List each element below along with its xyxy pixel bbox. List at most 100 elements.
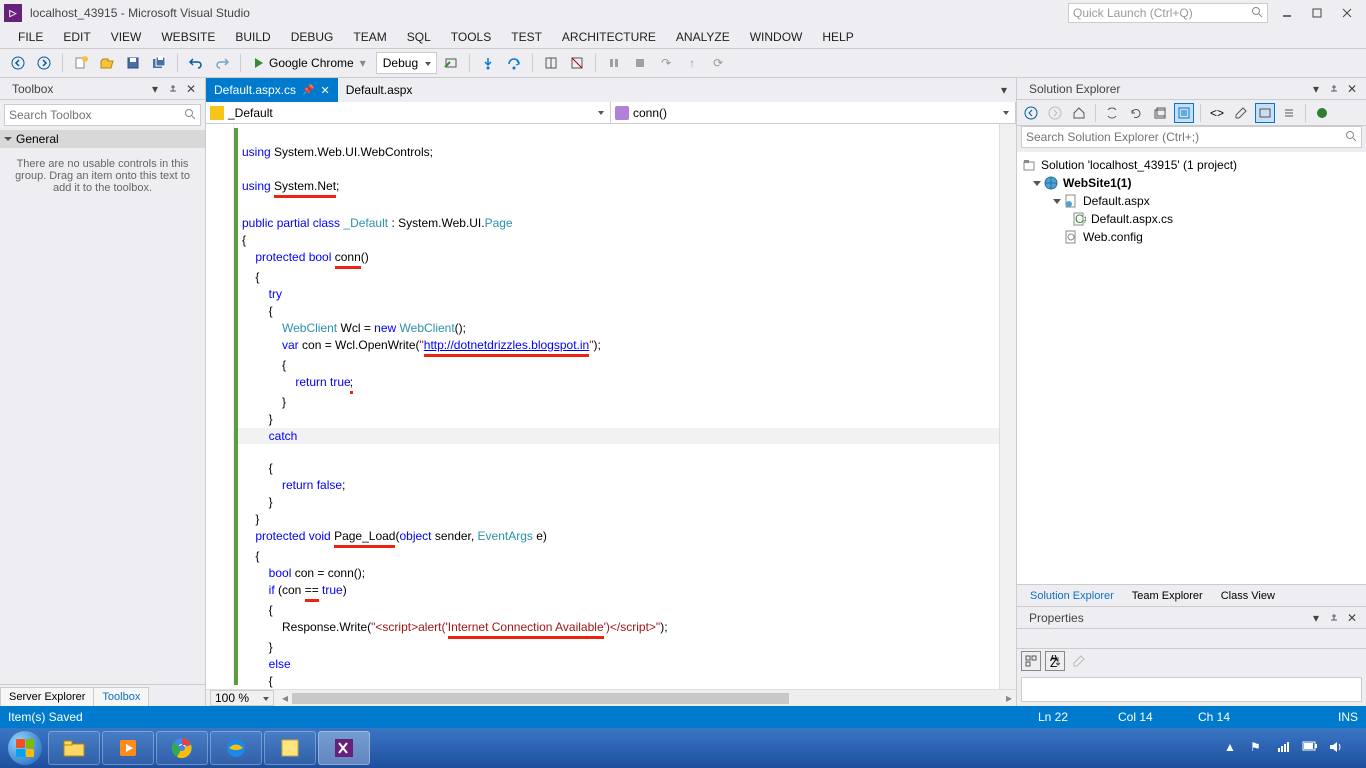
forward-button[interactable]	[32, 51, 56, 75]
tree-item[interactable]: Web.config	[1017, 228, 1366, 246]
tab-solution-explorer[interactable]: Solution Explorer	[1021, 586, 1123, 606]
sync-button[interactable]	[1102, 103, 1122, 123]
config-dropdown[interactable]: Debug	[376, 52, 437, 74]
alphabetical-button[interactable]: AZ	[1045, 651, 1065, 671]
close-icon[interactable]: ✕	[1344, 81, 1360, 97]
menu-window[interactable]: WINDOW	[740, 28, 813, 46]
close-icon[interactable]: ✕	[321, 84, 330, 97]
stop-button[interactable]	[628, 51, 652, 75]
vertical-scrollbar[interactable]	[999, 124, 1016, 689]
menu-edit[interactable]: EDIT	[53, 28, 100, 46]
menu-website[interactable]: WEBSITE	[151, 28, 225, 46]
preview-button[interactable]	[1255, 103, 1275, 123]
editor-tab[interactable]: Default.aspx	[338, 78, 421, 102]
member-dropdown[interactable]: conn()	[611, 102, 1016, 123]
menu-analyze[interactable]: ANALYZE	[666, 28, 740, 46]
back-button[interactable]	[6, 51, 30, 75]
open-button[interactable]	[95, 51, 119, 75]
menu-view[interactable]: VIEW	[101, 28, 152, 46]
menu-test[interactable]: TEST	[501, 28, 552, 46]
close-icon[interactable]: ✕	[1344, 610, 1360, 626]
redo-button[interactable]	[210, 51, 234, 75]
back-button[interactable]	[1021, 103, 1041, 123]
tree-item[interactable]: C# Default.aspx.cs	[1017, 210, 1366, 228]
tab-toolbox[interactable]: Toolbox	[93, 687, 149, 706]
uncomment-button[interactable]	[565, 51, 589, 75]
pin-icon[interactable]	[165, 81, 181, 97]
step-into-button[interactable]	[476, 51, 500, 75]
toolbox-search[interactable]	[4, 104, 201, 126]
browse-with-button[interactable]	[439, 51, 463, 75]
panel-menu-button[interactable]: ▾	[147, 81, 163, 97]
menu-team[interactable]: TEAM	[343, 28, 396, 46]
nest-button[interactable]	[1279, 103, 1299, 123]
properties-grid[interactable]	[1021, 677, 1362, 702]
solution-search[interactable]	[1021, 126, 1362, 148]
horizontal-scrollbar[interactable]	[292, 691, 1002, 706]
code-editor[interactable]: using System.Web.UI.WebControls; using S…	[206, 124, 1016, 689]
menu-architecture[interactable]: ARCHITECTURE	[552, 28, 666, 46]
minimize-button[interactable]	[1272, 2, 1302, 24]
solution-search-input[interactable]	[1026, 130, 1345, 144]
step-out-button[interactable]: ↑	[680, 51, 704, 75]
menu-tools[interactable]: TOOLS	[441, 28, 501, 46]
tab-server-explorer[interactable]: Server Explorer	[0, 687, 94, 706]
tray-volume-icon[interactable]	[1328, 740, 1344, 756]
tab-overflow-button[interactable]: ▾	[992, 78, 1016, 102]
properties-button[interactable]	[1231, 103, 1251, 123]
tray-battery-icon[interactable]	[1302, 740, 1318, 756]
maximize-button[interactable]	[1302, 2, 1332, 24]
pin-icon[interactable]: 📌	[302, 85, 314, 96]
save-button[interactable]	[121, 51, 145, 75]
scroll-left-button[interactable]: ◂	[278, 691, 292, 705]
tree-project[interactable]: WebSite1(1)	[1017, 174, 1366, 192]
new-item-button[interactable]	[69, 51, 93, 75]
restart-button[interactable]: ⟳	[706, 51, 730, 75]
step-over-button[interactable]	[502, 51, 526, 75]
property-pages-button[interactable]	[1069, 651, 1089, 671]
view-code-button[interactable]: <>	[1207, 103, 1227, 123]
editor-tab-active[interactable]: Default.aspx.cs 📌 ✕	[206, 78, 338, 102]
quick-launch-input[interactable]: Quick Launch (Ctrl+Q)	[1068, 3, 1268, 23]
refresh-button[interactable]	[1126, 103, 1146, 123]
tray-network-icon[interactable]	[1276, 740, 1292, 756]
taskbar-media-player[interactable]	[102, 731, 154, 765]
undo-button[interactable]	[184, 51, 208, 75]
properties-object-dropdown[interactable]	[1017, 629, 1366, 649]
close-button[interactable]	[1332, 2, 1362, 24]
tree-solution-root[interactable]: Solution 'localhost_43915' (1 project)	[1017, 156, 1366, 174]
scroll-right-button[interactable]: ▸	[1002, 691, 1016, 705]
taskbar-chrome[interactable]	[156, 731, 208, 765]
home-button[interactable]	[1069, 103, 1089, 123]
forward-button[interactable]	[1045, 103, 1065, 123]
tray-up-icon[interactable]: ▲	[1224, 740, 1240, 756]
menu-build[interactable]: BUILD	[225, 28, 280, 46]
step-next-button[interactable]: ↷	[654, 51, 678, 75]
menu-help[interactable]: HELP	[812, 28, 863, 46]
tab-class-view[interactable]: Class View	[1212, 586, 1284, 606]
menu-file[interactable]: FILE	[8, 28, 53, 46]
toolbox-search-input[interactable]	[9, 108, 184, 122]
comment-button[interactable]	[539, 51, 563, 75]
class-dropdown[interactable]: _Default	[206, 102, 611, 123]
menu-debug[interactable]: DEBUG	[281, 28, 344, 46]
collapse-all-button[interactable]	[1150, 103, 1170, 123]
taskbar-notes[interactable]	[264, 731, 316, 765]
expand-icon[interactable]	[1051, 199, 1063, 204]
pin-icon[interactable]	[1326, 81, 1342, 97]
start-button[interactable]	[4, 731, 46, 765]
solution-tree[interactable]: Solution 'localhost_43915' (1 project) W…	[1017, 152, 1366, 584]
pin-icon[interactable]	[1326, 610, 1342, 626]
taskbar-ie[interactable]	[210, 731, 262, 765]
zoom-dropdown[interactable]: 100 %	[210, 690, 274, 706]
tab-team-explorer[interactable]: Team Explorer	[1123, 586, 1212, 606]
pause-button[interactable]	[602, 51, 626, 75]
menu-sql[interactable]: SQL	[397, 28, 441, 46]
close-icon[interactable]: ✕	[183, 81, 199, 97]
categorized-button[interactable]	[1021, 651, 1041, 671]
tray-flag-icon[interactable]: ⚑	[1250, 740, 1266, 756]
copy-website-button[interactable]	[1312, 103, 1332, 123]
panel-menu-button[interactable]: ▾	[1308, 610, 1324, 626]
taskbar-file-explorer[interactable]	[48, 731, 100, 765]
tree-item[interactable]: Default.aspx	[1017, 192, 1366, 210]
